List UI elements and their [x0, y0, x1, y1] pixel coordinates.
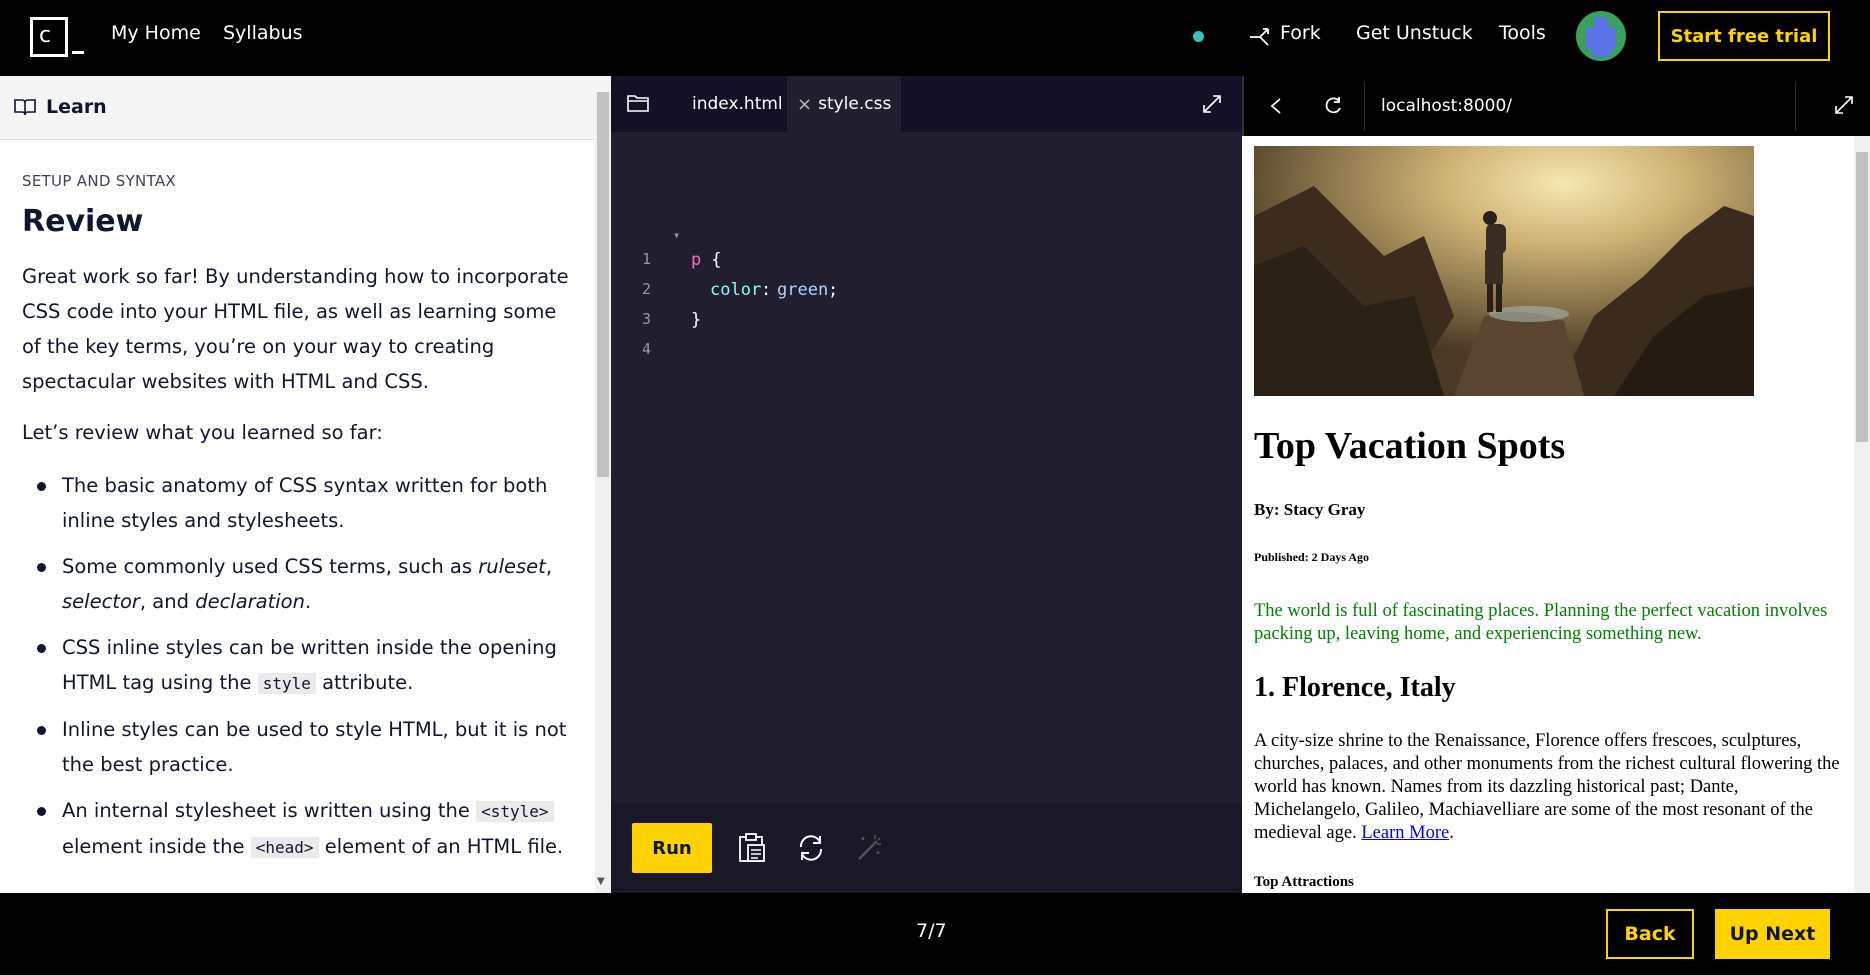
- section-heading: 1. Florence, Italy: [1254, 672, 1456, 703]
- lesson-paragraph-2: Let’s review what you learned so far:: [22, 421, 383, 444]
- lesson-eyebrow: SETUP AND SYNTAX: [22, 172, 176, 190]
- get-unstuck-button[interactable]: Get Unstuck: [1356, 22, 1473, 44]
- tab-index-html[interactable]: index.html: [692, 76, 783, 132]
- list-item: Some commonly used CSS terms, such as ru…: [22, 549, 573, 619]
- top-attractions-heading: Top Attractions: [1254, 874, 1354, 890]
- preview-scrollbar-thumb[interactable]: [1856, 152, 1868, 442]
- learn-more-link[interactable]: Learn More: [1361, 823, 1449, 843]
- back-button[interactable]: Back: [1606, 909, 1694, 959]
- lesson-paragraph: Great work so far! By understanding how …: [22, 265, 569, 393]
- list-item: CSS inline styles can be written inside …: [22, 630, 573, 701]
- hiker-mountain-image: [1254, 146, 1754, 396]
- list-item: An internal stylesheet is written using …: [22, 793, 573, 865]
- section-paragraph: A city-size shrine to the Renaissance, F…: [1254, 731, 1840, 843]
- nav-syllabus[interactable]: Syllabus: [223, 22, 303, 44]
- status-dot: [1193, 31, 1204, 42]
- refresh-icon[interactable]: [1324, 96, 1344, 116]
- codecademy-logo[interactable]: c: [30, 17, 84, 57]
- lesson-title: Review: [22, 204, 144, 239]
- preview-page: Top Vacation Spots By: Stacy Gray Publis…: [1242, 136, 1854, 893]
- scroll-down-arrow-icon[interactable]: ▼: [597, 876, 605, 887]
- list-item: The basic anatomy of CSS syntax written …: [22, 468, 573, 538]
- learn-panel: Learn SETUP AND SYNTAX Review Great work…: [0, 76, 611, 893]
- avatar[interactable]: [1576, 11, 1626, 61]
- expand-icon[interactable]: [1201, 93, 1223, 115]
- folder-icon[interactable]: [626, 93, 650, 113]
- inline-code: style: [257, 673, 316, 694]
- back-arrow-icon[interactable]: [1269, 97, 1283, 115]
- list-item: Inline styles can be used to style HTML,…: [22, 712, 573, 782]
- url-bar[interactable]: localhost:8000/: [1364, 82, 1796, 130]
- fold-icon: ▾: [673, 228, 681, 242]
- run-button[interactable]: Run: [632, 823, 712, 873]
- code-line: 1 ▾ p {: [641, 228, 722, 270]
- browser-toolbar: localhost:8000/: [1242, 76, 1870, 136]
- learn-scrollbar-thumb[interactable]: [597, 92, 609, 477]
- book-icon: [14, 99, 36, 116]
- code-line: 4: [641, 340, 651, 358]
- inline-code: <head>: [250, 837, 319, 858]
- clipboard-icon[interactable]: [735, 831, 769, 865]
- close-icon[interactable]: ×: [797, 94, 812, 115]
- code-line: 3}: [641, 310, 702, 330]
- top-navbar: c My Home Syllabus Fork Get Unstuck Tool…: [0, 0, 1870, 76]
- code-editor: index.html × style.css 1 ▾ p { 2 color: gre…: [611, 76, 1242, 893]
- tools-button[interactable]: Tools: [1499, 22, 1546, 44]
- fork-icon[interactable]: [1248, 24, 1274, 50]
- tab-style-css[interactable]: × style.css: [787, 76, 902, 132]
- code-line: 2 color: green;: [641, 280, 839, 300]
- inline-code: <style>: [476, 801, 554, 822]
- lesson-progress: 7/7: [916, 920, 947, 942]
- fullscreen-icon[interactable]: [1833, 94, 1855, 116]
- reset-icon[interactable]: [794, 831, 828, 865]
- editor-tabs: index.html × style.css: [611, 76, 1242, 132]
- up-next-button[interactable]: Up Next: [1715, 909, 1830, 959]
- nav-my-home[interactable]: My Home: [111, 22, 201, 44]
- bottom-bar: 7/7 Back Up Next: [0, 893, 1870, 975]
- page-byline: By: Stacy Gray: [1254, 500, 1366, 519]
- magic-wand-icon[interactable]: [853, 831, 887, 865]
- learn-tab-label: Learn: [46, 96, 107, 118]
- learn-header: Learn: [0, 76, 611, 140]
- page-intro: The world is full of fascinating places.…: [1254, 601, 1828, 644]
- start-free-trial-button[interactable]: Start free trial: [1658, 11, 1830, 61]
- page-heading: Top Vacation Spots: [1254, 425, 1566, 467]
- page-published: Published: 2 Days Ago: [1254, 550, 1370, 564]
- browser-preview: localhost:8000/ Top Vacation Spots By: S…: [1242, 76, 1870, 893]
- review-list: The basic anatomy of CSS syntax written …: [22, 468, 573, 865]
- lesson-content: SETUP AND SYNTAX Review Great work so fa…: [0, 140, 595, 893]
- fork-button[interactable]: Fork: [1280, 22, 1321, 44]
